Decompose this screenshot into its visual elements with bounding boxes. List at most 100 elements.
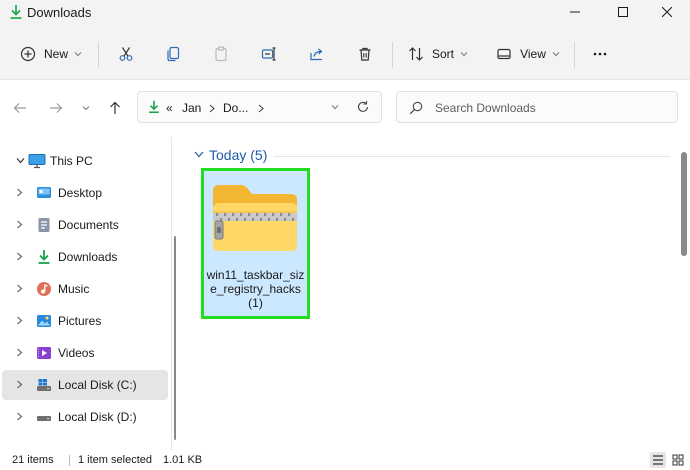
arrow-right-icon	[50, 103, 63, 113]
sidebar-item-this-pc[interactable]: This PC	[2, 146, 168, 176]
sidebar-item-music[interactable]: Music	[2, 274, 168, 304]
tiles-view-toggle[interactable]	[670, 452, 686, 468]
back-button[interactable]	[8, 96, 32, 120]
sidebar-item-label: Music	[58, 282, 90, 296]
delete-button[interactable]	[351, 40, 379, 68]
selection-count: 1 item selected	[78, 454, 152, 466]
chevron-down-icon[interactable]	[16, 156, 25, 165]
search-box[interactable]: Search Downloads	[396, 91, 678, 123]
chevron-right-icon[interactable]	[16, 188, 23, 197]
rename-button[interactable]	[255, 40, 283, 68]
local-disk-d-icon	[37, 416, 51, 421]
breadcrumb-item[interactable]: Do...	[223, 101, 248, 115]
navigation-bar: « Jan Do... Search Downloads	[0, 80, 690, 136]
item-count: 21 items	[12, 454, 54, 466]
view-label: View	[520, 47, 546, 61]
chevron-right-icon[interactable]	[16, 316, 23, 325]
more-options-icon	[593, 52, 607, 56]
toolbar-divider	[98, 42, 99, 68]
group-header[interactable]: Today (5)	[209, 147, 267, 163]
chevron-right-icon[interactable]	[16, 252, 23, 261]
title-bar: Downloads	[0, 0, 690, 28]
sidebar-item-local-disk-c[interactable]: Local Disk (C:)	[2, 370, 168, 400]
up-button[interactable]	[103, 96, 127, 120]
paste-button[interactable]	[207, 40, 235, 68]
chevron-down-icon	[82, 106, 90, 111]
videos-folder-icon	[37, 347, 51, 359]
chevron-right-icon[interactable]	[16, 412, 23, 421]
sidebar-item-label: Downloads	[58, 250, 118, 264]
status-divider	[69, 455, 70, 466]
command-bar: New Sort View	[0, 28, 690, 80]
toolbar-divider	[392, 42, 393, 68]
desktop-folder-icon	[37, 187, 51, 198]
this-pc-icon	[28, 154, 46, 169]
recent-locations-button[interactable]	[74, 96, 98, 120]
chevron-right-icon[interactable]	[16, 284, 23, 293]
sidebar-item-downloads[interactable]: Downloads	[2, 242, 168, 272]
view-icon	[497, 48, 511, 60]
music-folder-icon	[37, 282, 51, 296]
new-button[interactable]: New	[16, 40, 86, 68]
sidebar-item-label: Videos	[58, 346, 95, 360]
downloads-icon	[149, 100, 159, 114]
status-bar: 21 items 1 item selected 1.01 KB	[0, 450, 690, 470]
share-button[interactable]	[303, 40, 331, 68]
view-button[interactable]: View	[494, 40, 562, 68]
sidebar-item-pictures[interactable]: Pictures	[2, 306, 168, 336]
breadcrumb-overflow[interactable]: «	[166, 101, 173, 115]
chevron-down-icon[interactable]	[194, 151, 204, 158]
sidebar-item-desktop[interactable]: Desktop	[2, 178, 168, 208]
breadcrumb-item[interactable]: Jan	[182, 101, 201, 115]
sort-button[interactable]: Sort	[405, 40, 471, 68]
chevron-right-icon[interactable]	[16, 348, 23, 357]
sort-icon	[409, 47, 423, 61]
close-icon	[662, 7, 672, 17]
paste-icon	[215, 46, 227, 62]
arrow-left-icon	[13, 103, 26, 113]
local-disk-c-icon	[37, 379, 51, 391]
pane-divider[interactable]	[171, 137, 172, 450]
sidebar-item-local-disk-d[interactable]: Local Disk (D:)	[2, 402, 168, 432]
sidebar-item-videos[interactable]: Videos	[2, 338, 168, 368]
chevron-right-icon	[209, 104, 215, 113]
sidebar-item-label: Local Disk (D:)	[58, 410, 137, 424]
maximize-icon	[618, 7, 628, 17]
group-divider	[274, 156, 670, 157]
copy-button[interactable]	[159, 40, 187, 68]
more-options-button[interactable]	[586, 40, 614, 68]
sidebar-item-documents[interactable]: Documents	[2, 210, 168, 240]
sidebar-item-label: This PC	[50, 154, 93, 168]
new-label: New	[43, 47, 68, 61]
chevron-down-icon[interactable]	[331, 104, 339, 110]
minimize-button[interactable]	[552, 0, 598, 24]
refresh-icon[interactable]	[356, 100, 370, 114]
documents-folder-icon	[38, 218, 50, 232]
chevron-down-icon	[74, 52, 82, 57]
forward-button[interactable]	[44, 96, 68, 120]
chevron-right-icon[interactable]	[16, 380, 23, 389]
chevron-right-icon[interactable]	[16, 220, 23, 229]
downloads-folder-icon	[38, 250, 50, 264]
selection-size: 1.01 KB	[163, 454, 203, 466]
details-view-icon	[653, 455, 663, 465]
search-icon	[409, 101, 423, 115]
zip-folder-icon	[213, 185, 297, 251]
file-list-scrollbar[interactable]	[681, 152, 687, 256]
close-button[interactable]	[644, 0, 690, 24]
arrow-up-icon	[110, 101, 120, 114]
file-list: Today (5) win11_taskbar_size_registry_ha…	[182, 137, 680, 450]
address-bar[interactable]: « Jan Do...	[137, 91, 382, 123]
file-item-selected[interactable]: win11_taskbar_size_registry_hacks (1)	[201, 168, 310, 319]
sidebar-item-label: Desktop	[58, 186, 103, 200]
window-title: Downloads	[27, 5, 92, 20]
navigation-pane-scrollbar[interactable]	[174, 236, 176, 440]
sidebar-item-label: Pictures	[58, 314, 102, 328]
search-placeholder: Search Downloads	[435, 101, 536, 115]
cut-button[interactable]	[112, 40, 140, 68]
delete-icon	[359, 47, 371, 61]
cut-icon	[119, 47, 133, 61]
maximize-button[interactable]	[600, 0, 646, 24]
details-view-toggle[interactable]	[650, 452, 666, 468]
rename-icon	[261, 47, 276, 61]
